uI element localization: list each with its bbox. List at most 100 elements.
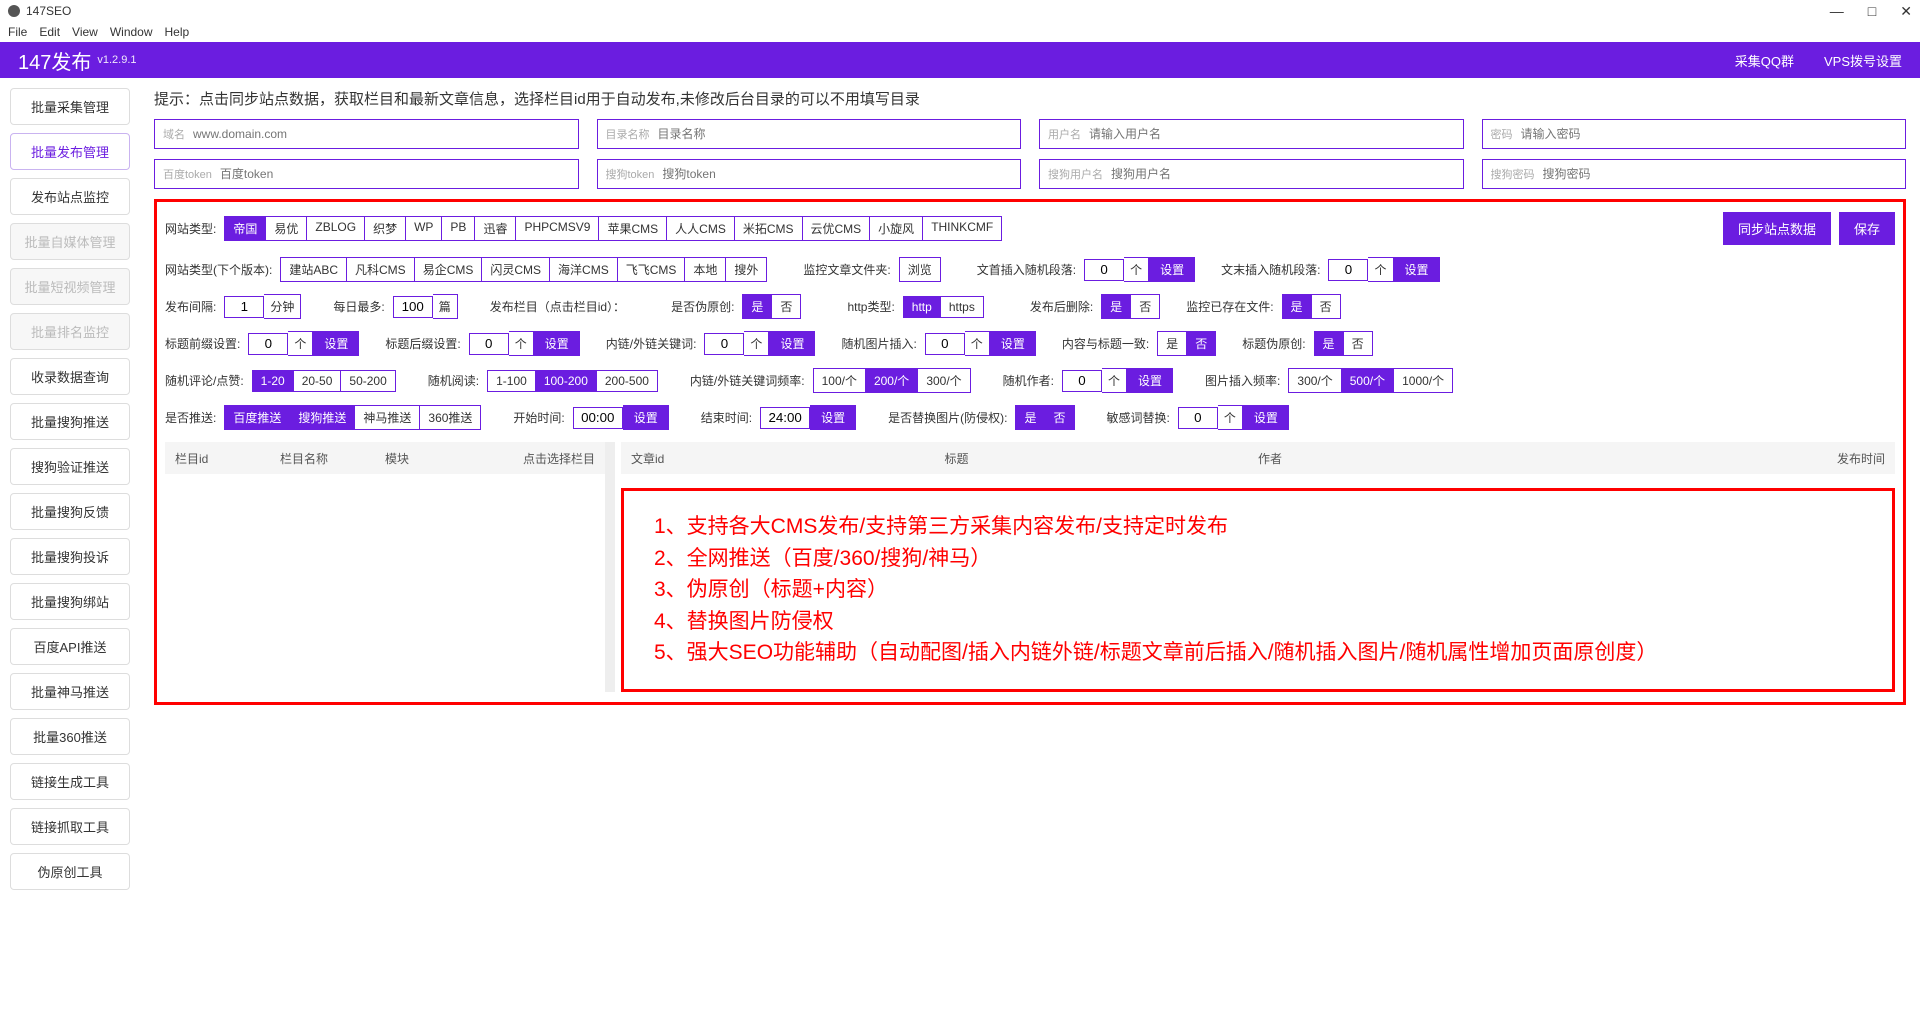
tag-option[interactable]: 360推送 <box>419 405 481 430</box>
tag-option[interactable]: 20-50 <box>293 370 341 392</box>
daily-input[interactable] <box>393 296 433 318</box>
save-button[interactable]: 保存 <box>1839 212 1895 245</box>
tag-option[interactable]: 搜外 <box>725 257 767 282</box>
tag-option[interactable]: 200/个 <box>865 368 917 393</box>
tag-option[interactable]: 凡科CMS <box>346 257 414 282</box>
https-opt[interactable]: https <box>940 296 984 318</box>
text-input[interactable] <box>193 127 570 141</box>
tag-option[interactable]: PB <box>441 216 474 241</box>
header-qq-link[interactable]: 采集QQ群 <box>1735 51 1794 70</box>
sidebar-item-6[interactable]: 收录数据查询 <box>10 358 130 395</box>
tag-option[interactable]: 百度推送 <box>224 405 289 430</box>
consist-no[interactable]: 否 <box>1186 331 1216 356</box>
sidebar-item-1[interactable]: 批量发布管理 <box>10 133 130 170</box>
consist-yes[interactable]: 是 <box>1157 331 1186 356</box>
sidebar-item-12[interactable]: 百度API推送 <box>10 628 130 665</box>
tag-option[interactable]: 苹果CMS <box>598 216 666 241</box>
menu-edit[interactable]: Edit <box>39 25 60 39</box>
pseudo-no[interactable]: 否 <box>771 294 801 319</box>
tag-option[interactable]: 300/个 <box>1288 368 1340 393</box>
tag-option[interactable]: 小旋风 <box>869 216 922 241</box>
menu-file[interactable]: File <box>8 25 27 39</box>
maximize-icon[interactable]: □ <box>1868 3 1876 20</box>
start-time-input[interactable] <box>573 407 623 429</box>
tag-option[interactable]: 米拓CMS <box>734 216 802 241</box>
text-input[interactable] <box>1111 167 1455 181</box>
delete-yes[interactable]: 是 <box>1101 294 1130 319</box>
menu-window[interactable]: Window <box>110 25 153 39</box>
tag-option[interactable]: 建站ABC <box>280 257 346 282</box>
replace-yes[interactable]: 是 <box>1015 405 1044 430</box>
text-input[interactable] <box>220 167 570 181</box>
tag-option[interactable]: 云优CMS <box>802 216 870 241</box>
close-icon[interactable]: ✕ <box>1900 3 1912 20</box>
title-prefix-input[interactable] <box>248 333 288 355</box>
tag-option[interactable]: 织梦 <box>364 216 405 241</box>
sidebar-item-14[interactable]: 批量360推送 <box>10 718 130 755</box>
suffix-para-input[interactable] <box>1328 259 1368 281</box>
tag-option[interactable]: 本地 <box>684 257 725 282</box>
title-suffix-input[interactable] <box>469 333 509 355</box>
tag-option[interactable]: 人人CMS <box>666 216 734 241</box>
text-input[interactable] <box>1089 127 1455 141</box>
tag-option[interactable]: 海洋CMS <box>549 257 617 282</box>
set-button[interactable]: 设置 <box>534 331 580 356</box>
sync-button[interactable]: 同步站点数据 <box>1723 212 1831 245</box>
tag-option[interactable]: 100-200 <box>535 370 596 392</box>
http-opt[interactable]: http <box>903 296 940 318</box>
sidebar-item-7[interactable]: 批量搜狗推送 <box>10 403 130 440</box>
sidebar-item-13[interactable]: 批量神马推送 <box>10 673 130 710</box>
set-button[interactable]: 设置 <box>1127 368 1173 393</box>
tag-option[interactable]: 1-20 <box>252 370 293 392</box>
sidebar-item-15[interactable]: 链接生成工具 <box>10 763 130 800</box>
sensitive-input[interactable] <box>1178 407 1218 429</box>
tag-option[interactable]: 300/个 <box>917 368 970 393</box>
rand-img-input[interactable] <box>925 333 965 355</box>
delete-no[interactable]: 否 <box>1130 294 1160 319</box>
prefix-para-input[interactable] <box>1084 259 1124 281</box>
tag-option[interactable]: 搜狗推送 <box>289 405 354 430</box>
sidebar-item-16[interactable]: 链接抓取工具 <box>10 808 130 845</box>
menu-help[interactable]: Help <box>165 25 190 39</box>
browse-button[interactable]: 浏览 <box>899 257 941 282</box>
tag-option[interactable]: ZBLOG <box>306 216 364 241</box>
end-time-input[interactable] <box>760 407 810 429</box>
text-input[interactable] <box>1521 127 1898 141</box>
tag-option[interactable]: 50-200 <box>340 370 395 392</box>
pseudo-yes[interactable]: 是 <box>742 294 771 319</box>
interval-input[interactable] <box>224 296 264 318</box>
tag-option[interactable]: 易优 <box>265 216 306 241</box>
sidebar-item-2[interactable]: 发布站点监控 <box>10 178 130 215</box>
tag-option[interactable]: 易企CMS <box>414 257 482 282</box>
set-button[interactable]: 设置 <box>313 331 359 356</box>
text-input[interactable] <box>658 127 1013 141</box>
sidebar-item-17[interactable]: 伪原创工具 <box>10 853 130 890</box>
pseudo-title-yes[interactable]: 是 <box>1314 331 1343 356</box>
sidebar-item-10[interactable]: 批量搜狗投诉 <box>10 538 130 575</box>
tag-option[interactable]: THINKCMF <box>922 216 1002 241</box>
pseudo-title-no[interactable]: 否 <box>1343 331 1373 356</box>
sidebar-item-11[interactable]: 批量搜狗绑站 <box>10 583 130 620</box>
set-button[interactable]: 设置 <box>769 331 815 356</box>
exist-yes[interactable]: 是 <box>1282 294 1311 319</box>
tag-option[interactable]: PHPCMSV9 <box>515 216 598 241</box>
sidebar-item-0[interactable]: 批量采集管理 <box>10 88 130 125</box>
minimize-icon[interactable]: — <box>1830 3 1844 20</box>
set-button[interactable]: 设置 <box>623 405 669 430</box>
suffix-set-button[interactable]: 设置 <box>1394 257 1440 282</box>
author-input[interactable] <box>1062 370 1102 392</box>
text-input[interactable] <box>1543 167 1898 181</box>
replace-no[interactable]: 否 <box>1044 405 1074 430</box>
tag-option[interactable]: 迅睿 <box>474 216 515 241</box>
link-kw-input[interactable] <box>704 333 744 355</box>
header-vps-link[interactable]: VPS拨号设置 <box>1824 51 1902 70</box>
exist-no[interactable]: 否 <box>1311 294 1341 319</box>
tag-option[interactable]: 1000/个 <box>1393 368 1453 393</box>
set-button[interactable]: 设置 <box>1243 405 1289 430</box>
tag-option[interactable]: 帝国 <box>224 216 265 241</box>
menu-view[interactable]: View <box>72 25 98 39</box>
set-button[interactable]: 设置 <box>810 405 856 430</box>
tag-option[interactable]: 100/个 <box>813 368 865 393</box>
tag-option[interactable]: 飞飞CMS <box>617 257 685 282</box>
set-button[interactable]: 设置 <box>990 331 1036 356</box>
